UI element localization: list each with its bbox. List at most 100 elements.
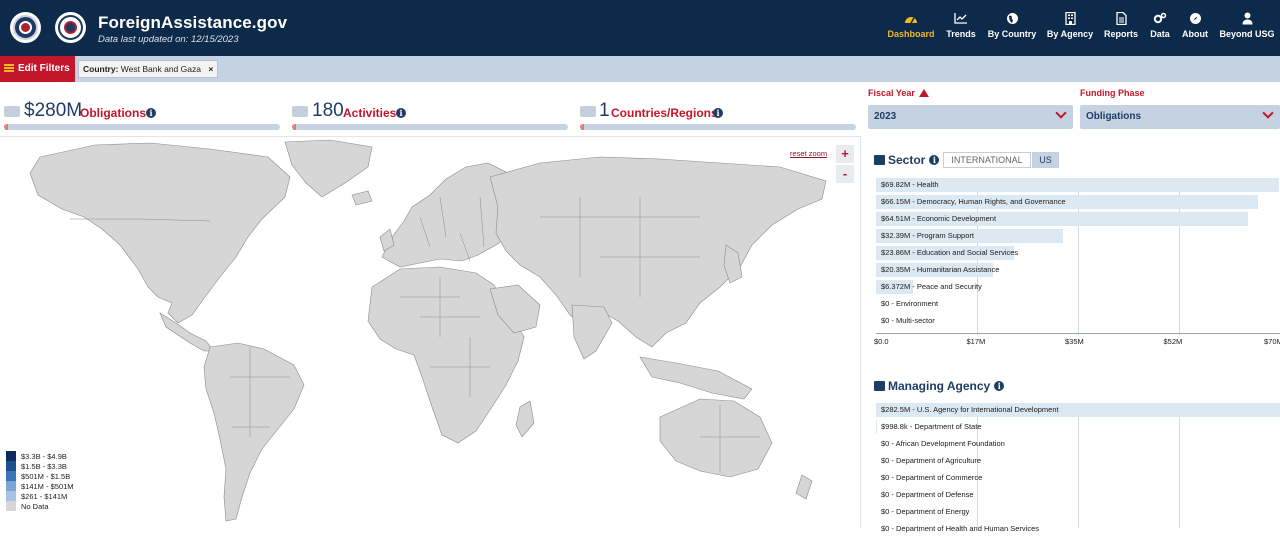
document-icon <box>1102 11 1140 26</box>
trend-chart-icon <box>942 12 980 26</box>
agency-bar[interactable] <box>876 420 878 434</box>
sector-axis-tick: $0.0 <box>874 337 889 346</box>
obligations-value: $280M <box>24 100 83 121</box>
central-america-shape <box>159 312 215 352</box>
north-america-shape <box>29 142 291 324</box>
money-bill-icon <box>4 106 20 117</box>
warning-icon[interactable] <box>918 89 929 97</box>
sector-bar-row[interactable]: $6.372M - Peace and Security <box>876 280 1280 294</box>
dashboard-gauge-icon <box>886 12 936 26</box>
agency-bar-label: $0 - Department of Health and Human Serv… <box>881 524 1039 533</box>
sector-bar-label: $6.372M - Peace and Security <box>881 282 982 291</box>
site-title[interactable]: ForeignAssistance.gov <box>98 13 287 33</box>
state-department-seal-logo[interactable] <box>10 12 41 43</box>
activities-label: Activities <box>343 106 397 120</box>
fiscal-year-select[interactable]: 2023 <box>868 105 1073 129</box>
agency-bar-label: $998.8k - Department of State <box>881 422 982 431</box>
agency-bar-label: $0 - Department of Energy <box>881 507 970 516</box>
sector-bar-row[interactable]: $69.82M - Health <box>876 178 1280 192</box>
sector-axis-tick: $70M <box>1264 337 1280 346</box>
nav-by-agency[interactable]: By Agency <box>1046 0 1094 56</box>
agency-bar-label: $282.5M - U.S. Agency for International … <box>881 405 1059 414</box>
remove-filter-icon[interactable]: × <box>208 64 213 74</box>
sector-bar-row[interactable]: $0 - Environment <box>876 297 1280 311</box>
compass-icon <box>1180 12 1210 26</box>
agency-bar-label: $0 - Department of Commerce <box>881 473 983 482</box>
sector-title: Sector i <box>874 153 940 167</box>
agency-bar-label: $0 - African Development Foundation <box>881 439 1005 448</box>
sector-axis-line <box>876 333 1280 334</box>
agency-bar-row[interactable]: $0 - Department of Agriculture <box>876 454 1280 468</box>
country-filter-chip[interactable]: Country: West Bank and Gaza × <box>78 60 219 78</box>
map-icon <box>580 106 596 117</box>
agency-bar-label: $0 - Department of Agriculture <box>881 456 982 465</box>
agency-bar-row[interactable]: $998.8k - Department of State <box>876 420 1280 434</box>
obligations-stat: $280M Obligations i <box>4 100 280 124</box>
india-shape <box>571 304 613 360</box>
agency-bar-row[interactable]: $0 - Department of Health and Human Serv… <box>876 522 1280 536</box>
nav-by-country[interactable]: By Country <box>986 0 1038 56</box>
zoom-out-button[interactable]: - <box>836 165 854 183</box>
nav-beyond-usg[interactable]: Beyond USG <box>1218 0 1276 56</box>
new-zealand-shape <box>795 474 813 500</box>
world-map[interactable]: reset zoom + - $3.3B - $4.9B $1.5B - $3.… <box>0 136 860 528</box>
greenland-shape <box>284 139 373 198</box>
south-america-shape <box>203 342 305 522</box>
agency-info-icon[interactable]: i <box>994 381 1005 391</box>
activities-stat: 180 Activities i <box>292 100 568 124</box>
globe-icon <box>986 12 1038 26</box>
activities-progress-bar <box>292 124 568 130</box>
agency-bar-row[interactable]: $0 - Department of Defense <box>876 488 1280 502</box>
sector-bar-label: $0 - Multi-sector <box>881 316 935 325</box>
sector-axis-tick: $52M <box>1163 337 1183 346</box>
nav-about[interactable]: About <box>1180 0 1210 56</box>
sector-bar-row[interactable]: $66.15M - Democracy, Human Rights, and G… <box>876 195 1280 209</box>
countries-info-icon[interactable]: i <box>713 108 723 118</box>
sector-bar-label: $69.82M - Health <box>881 180 939 189</box>
funding-phase-select[interactable]: Obligations <box>1080 105 1280 129</box>
agency-bar-row[interactable]: $0 - Department of Energy <box>876 505 1280 519</box>
nav-dashboard[interactable]: Dashboard <box>886 0 936 56</box>
toggle-us[interactable]: US <box>1032 152 1059 168</box>
agency-bar-row[interactable]: $282.5M - U.S. Agency for International … <box>876 403 1280 417</box>
sector-bar-row[interactable]: $64.51M - Economic Development <box>876 212 1280 226</box>
nav-data[interactable]: Data <box>1146 0 1174 56</box>
nav-reports[interactable]: Reports <box>1102 0 1140 56</box>
obligations-info-icon[interactable]: i <box>146 108 156 118</box>
sector-bar-row[interactable]: $23.86M - Education and Social Services <box>876 246 1280 260</box>
world-map-canvas[interactable] <box>0 137 860 529</box>
australia-shape <box>659 398 773 478</box>
managing-agency-title: Managing Agency i <box>874 379 1005 393</box>
top-navigation-bar: ForeignAssistance.gov Data last updated … <box>0 0 1280 56</box>
agency-bar-row[interactable]: $0 - Department of Commerce <box>876 471 1280 485</box>
sector-bar-row[interactable]: $20.35M - Humanitarian Assistance <box>876 263 1280 277</box>
activities-value: 180 <box>312 100 344 121</box>
sector-bar-label: $32.39M - Program Support <box>881 231 974 240</box>
filter-menu-icon <box>4 64 14 72</box>
sector-axis-tick: $35M <box>1065 337 1084 346</box>
asia-shape <box>489 156 827 348</box>
sector-bar-label: $0 - Environment <box>881 299 939 308</box>
southeast-asia-islands-shape <box>639 356 753 400</box>
agency-bar-row[interactable]: $0 - African Development Foundation <box>876 437 1280 451</box>
toggle-international[interactable]: INTERNATIONAL <box>943 152 1031 168</box>
fiscal-year-label: Fiscal Year <box>868 88 929 98</box>
sector-info-icon[interactable]: i <box>929 155 940 165</box>
usaid-seal-logo[interactable] <box>55 12 86 43</box>
sector-bar-row[interactable]: $32.39M - Program Support <box>876 229 1280 243</box>
sector-bar-label: $23.86M - Education and Social Services <box>881 248 1019 257</box>
edit-filters-button[interactable]: Edit Filters <box>0 56 75 82</box>
nav-trends[interactable]: Trends <box>942 0 980 56</box>
sector-bar-label: $64.51M - Economic Development <box>881 214 997 223</box>
reset-zoom-link[interactable]: reset zoom <box>790 149 827 158</box>
sector-bar-label: $20.35M - Humanitarian Assistance <box>881 265 1000 274</box>
cube-icon <box>874 155 885 165</box>
sector-bar-row[interactable]: $0 - Multi-sector <box>876 314 1280 328</box>
countries-label: Countries/Regions <box>611 106 718 120</box>
obligations-label: Obligations <box>80 106 146 120</box>
gears-icon <box>1146 12 1174 26</box>
funding-phase-label: Funding Phase <box>1080 88 1145 98</box>
zoom-in-button[interactable]: + <box>836 145 854 163</box>
activities-info-icon[interactable]: i <box>396 108 406 118</box>
iceland-shape <box>351 190 373 206</box>
